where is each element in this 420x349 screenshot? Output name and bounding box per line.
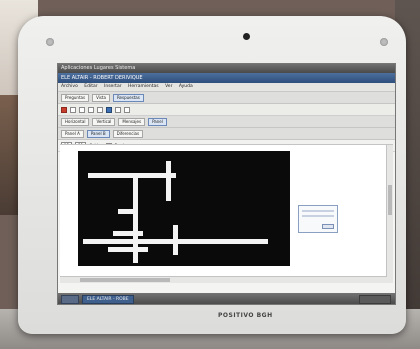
show-desktop-button[interactable] xyxy=(61,295,79,304)
crossword-word-down[interactable] xyxy=(166,161,171,201)
tab-horizontal[interactable]: Horizontal xyxy=(61,117,90,126)
menu-item-ver[interactable]: Ver xyxy=(165,84,172,89)
new-icon[interactable] xyxy=(88,106,94,113)
toolbar xyxy=(58,104,395,116)
crossword-word-across[interactable] xyxy=(108,247,148,252)
scrollbar-thumb[interactable] xyxy=(80,278,170,282)
menu-item-insertar[interactable]: Insertar xyxy=(104,84,122,89)
laptop: POSITIVO BGH Aplicaciones Lugares Sistem… xyxy=(18,16,406,334)
open-icon[interactable] xyxy=(97,106,103,113)
tab-panel-a[interactable]: Panel A xyxy=(61,129,84,138)
help-icon[interactable] xyxy=(124,106,130,113)
tab-mensajes[interactable]: Mensajes xyxy=(118,117,146,126)
menu-bar: Archivo Editar Insertar Herramientas Ver… xyxy=(58,83,395,92)
tab-panel[interactable]: Panel xyxy=(148,117,167,126)
menu-item-archivo[interactable]: Archivo xyxy=(61,84,78,89)
tab-panel-b[interactable]: Panel B xyxy=(86,129,110,138)
sub-tabs: Horizontal Vertical Mensajes Panel xyxy=(58,116,395,128)
properties-panel xyxy=(298,205,338,233)
crossword-word-down[interactable] xyxy=(173,225,178,255)
webcam xyxy=(243,33,250,40)
taskbar: ELE ALTAIR - ROBE xyxy=(58,293,395,304)
panel-apply-button[interactable] xyxy=(322,224,334,229)
panel-field[interactable] xyxy=(302,210,334,212)
stop-icon[interactable] xyxy=(61,106,67,113)
crossword-word-across[interactable] xyxy=(88,173,176,178)
panel-tabs: Panel A Panel B Diferencias xyxy=(58,128,395,140)
desktop-top-panel[interactable]: Aplicaciones Lugares Sistema xyxy=(58,64,395,73)
window-title: ELE ALTAIR - ROBERT DERIVIQUE xyxy=(58,73,395,83)
crossword-canvas[interactable] xyxy=(60,144,393,283)
tab-preguntas[interactable]: Preguntas xyxy=(61,93,90,102)
system-tray[interactable] xyxy=(359,295,391,304)
tab-respuestas[interactable]: Respuestas xyxy=(112,93,144,102)
crossword-word-across[interactable] xyxy=(113,231,143,236)
menu-item-editar[interactable]: Editar xyxy=(84,84,97,89)
scrollbar-thumb[interactable] xyxy=(388,185,392,215)
horizontal-scrollbar[interactable] xyxy=(60,276,387,283)
crossword-word-across[interactable] xyxy=(118,209,138,214)
tab-vertical[interactable]: Vertical xyxy=(92,117,116,126)
print-icon[interactable] xyxy=(115,106,121,113)
crossword-grid[interactable] xyxy=(78,151,290,266)
vertical-scrollbar[interactable] xyxy=(386,145,393,283)
brand-label: POSITIVO BGH xyxy=(218,312,273,319)
bezel-screw xyxy=(46,38,54,46)
back-icon[interactable] xyxy=(70,106,76,113)
bezel-screw xyxy=(380,38,388,46)
panel-field[interactable] xyxy=(302,215,334,217)
main-tabs: Preguntas Vista Respuestas xyxy=(58,92,395,104)
tab-diferencias[interactable]: Diferencias xyxy=(112,129,144,138)
save-icon[interactable] xyxy=(106,106,112,113)
taskbar-window-button[interactable]: ELE ALTAIR - ROBE xyxy=(82,295,134,304)
tab-vista[interactable]: Vista xyxy=(92,93,110,102)
laptop-screen: Aplicaciones Lugares Sistema ELE ALTAIR … xyxy=(57,63,396,305)
forward-icon[interactable] xyxy=(79,106,85,113)
menu-item-ayuda[interactable]: Ayuda xyxy=(179,84,193,89)
menu-item-herramientas[interactable]: Herramientas xyxy=(128,84,159,89)
